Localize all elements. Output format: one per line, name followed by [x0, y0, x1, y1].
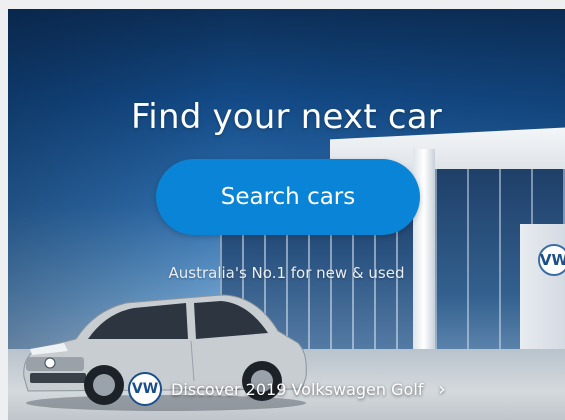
search-cars-button[interactable]: Search cars [156, 159, 420, 235]
discover-golf-link[interactable]: VW Discover 2019 Volkswagen Golf › [128, 371, 446, 407]
page-headline: Find your next car [131, 97, 442, 137]
hero-banner: VW Find your next car Search cars Austra… [8, 9, 565, 420]
chevron-right-icon: › [438, 378, 446, 400]
discover-golf-label: Discover 2019 Volkswagen Golf [171, 379, 424, 399]
volkswagen-logo-icon: VW [128, 372, 162, 406]
tagline: Australia's No.1 for new & used [168, 264, 405, 282]
